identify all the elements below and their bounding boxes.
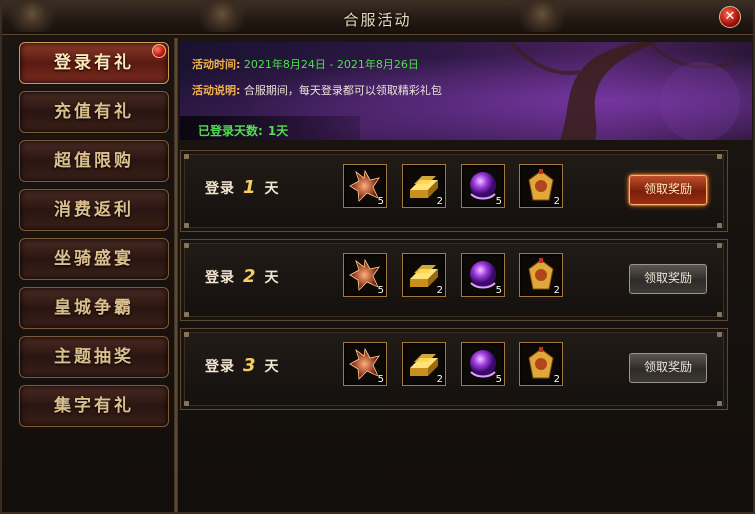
- close-button[interactable]: ✕: [719, 6, 741, 28]
- reward-item-slot[interactable]: 2: [402, 164, 446, 208]
- corner-rivet: [717, 332, 722, 337]
- day-suffix: 天: [264, 181, 280, 197]
- claim-reward-button[interactable]: 领取奖励: [629, 353, 707, 383]
- corner-rivet: [184, 332, 189, 337]
- item-count: 5: [377, 196, 384, 207]
- reward-item-slot[interactable]: 5: [343, 342, 387, 386]
- login-day-text: 登录 3 天: [205, 355, 280, 376]
- sidebar-item-collect-words[interactable]: 集字有礼: [19, 385, 169, 427]
- corner-rivet: [184, 223, 189, 228]
- event-window: 合服活动 ✕ 登录有礼 充值有礼 超值限购 消费返利 坐骑盛宴 皇城争霸 主题抽…: [0, 0, 755, 514]
- reward-item-slot[interactable]: 2: [402, 342, 446, 386]
- reward-item-slot[interactable]: 2: [519, 253, 563, 297]
- sidebar-item-label: 超值限购: [54, 151, 134, 171]
- day-number: 1: [243, 177, 257, 198]
- item-count: 2: [553, 374, 560, 385]
- item-count: 2: [553, 285, 560, 296]
- sidebar-item-theme-lottery[interactable]: 主题抽奖: [19, 336, 169, 378]
- corner-rivet: [717, 401, 722, 406]
- sidebar-item-login-gift[interactable]: 登录有礼: [19, 42, 169, 84]
- sidebar-item-label: 皇城争霸: [54, 298, 134, 318]
- day-suffix: 天: [264, 359, 280, 375]
- claim-reward-button[interactable]: 领取奖励: [629, 264, 707, 294]
- corner-rivet: [184, 312, 189, 317]
- day-prefix: 登录: [205, 181, 235, 197]
- item-count: 5: [495, 374, 502, 385]
- sidebar-item-mount-feast[interactable]: 坐骑盛宴: [19, 238, 169, 280]
- day-suffix: 天: [264, 270, 280, 286]
- corner-rivet: [717, 312, 722, 317]
- login-day-text: 登录 2 天: [205, 266, 280, 287]
- reward-item-slot[interactable]: 5: [343, 164, 387, 208]
- corner-rivet: [184, 154, 189, 159]
- title-bar: 合服活动 ✕: [2, 2, 753, 35]
- sidebar-item-label: 消费返利: [54, 200, 134, 220]
- event-time-value: 2021年8月24日 - 2021年8月26日: [243, 58, 419, 71]
- reward-item-slot[interactable]: 5: [461, 253, 505, 297]
- item-count: 5: [495, 285, 502, 296]
- item-count: 2: [436, 285, 443, 296]
- event-time-row: 活动时间: 2021年8月24日 - 2021年8月26日: [192, 56, 419, 72]
- sidebar-item-limited-purchase[interactable]: 超值限购: [19, 140, 169, 182]
- item-count: 2: [436, 374, 443, 385]
- event-desc-value: 合服期间，每天登录都可以领取精彩礼包: [243, 84, 442, 97]
- day-number: 3: [243, 355, 257, 376]
- reward-panel: 登录 3 天 5 2 5 2 领取奖励: [180, 328, 728, 410]
- sidebar: 登录有礼 充值有礼 超值限购 消费返利 坐骑盛宴 皇城争霸 主题抽奖 集字有礼: [14, 40, 174, 500]
- sidebar-item-castle-war[interactable]: 皇城争霸: [19, 287, 169, 329]
- sidebar-item-recharge-gift[interactable]: 充值有礼: [19, 91, 169, 133]
- reward-item-slot[interactable]: 5: [461, 164, 505, 208]
- login-days-label: 已登录天数:: [198, 124, 263, 138]
- corner-rivet: [184, 243, 189, 248]
- login-day-text: 登录 1 天: [205, 177, 280, 198]
- sidebar-item-label: 集字有礼: [54, 396, 134, 416]
- corner-rivet: [717, 223, 722, 228]
- notification-dot-icon: [152, 44, 166, 58]
- corner-rivet: [717, 154, 722, 159]
- corner-rivet: [717, 243, 722, 248]
- item-count: 5: [377, 285, 384, 296]
- item-count: 2: [553, 196, 560, 207]
- reward-item-slot[interactable]: 5: [461, 342, 505, 386]
- event-desc-row: 活动说明: 合服期间，每天登录都可以领取精彩礼包: [192, 82, 442, 98]
- day-number: 2: [243, 266, 257, 287]
- reward-item-slot[interactable]: 2: [519, 164, 563, 208]
- sidebar-item-label: 坐骑盛宴: [54, 249, 134, 269]
- login-days-value: 1天: [267, 124, 289, 138]
- window-title: 合服活动: [343, 11, 412, 29]
- event-time-label: 活动时间:: [192, 58, 241, 71]
- close-icon: ✕: [724, 9, 736, 24]
- reward-panel: 登录 2 天 5 2 5 2 领取奖励: [180, 239, 728, 321]
- item-count: 5: [495, 196, 502, 207]
- event-desc-label: 活动说明:: [192, 84, 241, 97]
- reward-item-slot[interactable]: 2: [402, 253, 446, 297]
- claim-reward-button[interactable]: 领取奖励: [629, 175, 707, 205]
- item-count: 5: [377, 374, 384, 385]
- reward-item-slot[interactable]: 2: [519, 342, 563, 386]
- sidebar-item-label: 充值有礼: [54, 102, 134, 122]
- reward-item-slot[interactable]: 5: [343, 253, 387, 297]
- login-days-bar: 已登录天数: 1天: [180, 116, 360, 140]
- day-prefix: 登录: [205, 270, 235, 286]
- divider: [174, 38, 178, 512]
- item-count: 2: [436, 196, 443, 207]
- sidebar-item-label: 登录有礼: [54, 53, 134, 73]
- day-prefix: 登录: [205, 359, 235, 375]
- sidebar-item-label: 主题抽奖: [54, 347, 134, 367]
- sidebar-item-spend-rebate[interactable]: 消费返利: [19, 189, 169, 231]
- corner-rivet: [184, 401, 189, 406]
- reward-panel: 登录 1 天 5 2 5 2 领取奖励: [180, 150, 728, 232]
